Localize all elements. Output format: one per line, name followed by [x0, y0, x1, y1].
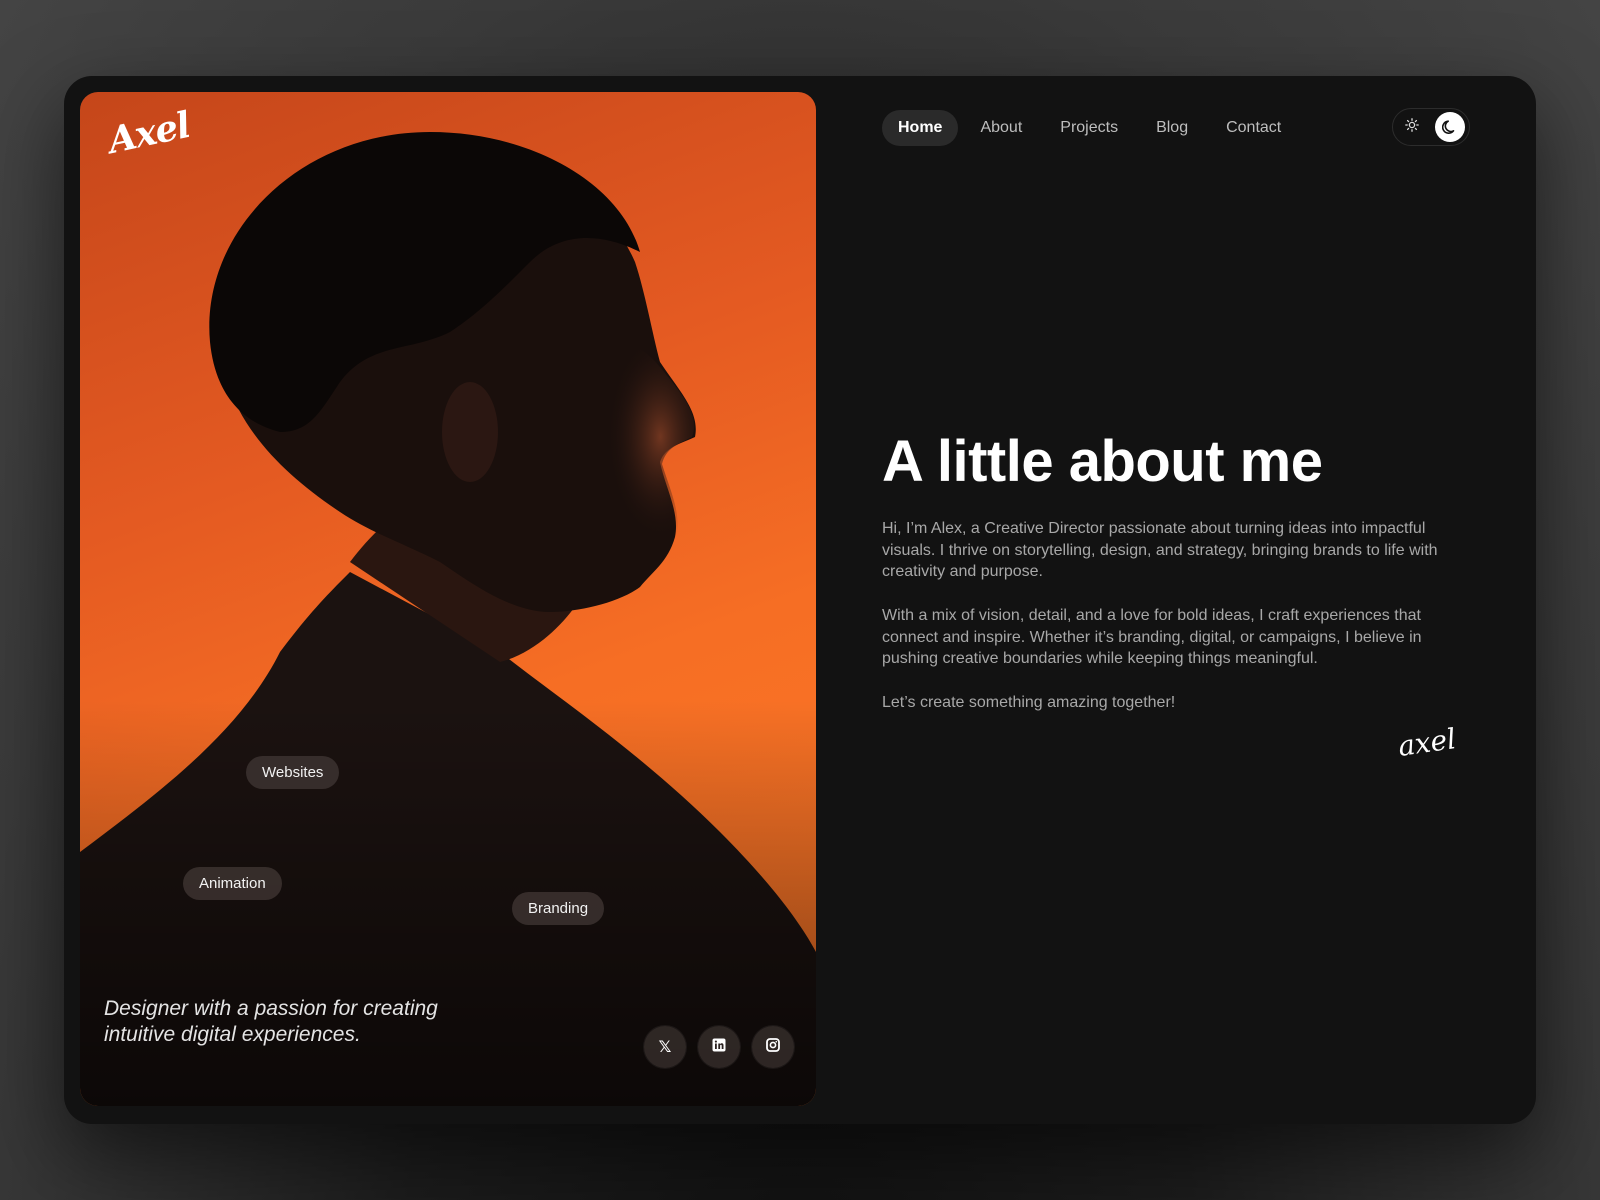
moon-icon[interactable]: [1435, 112, 1465, 142]
instagram-social-button[interactable]: [752, 1026, 794, 1068]
nav-item-about[interactable]: About: [964, 110, 1038, 146]
nav-item-home[interactable]: Home: [882, 110, 959, 146]
tag-animation[interactable]: Animation: [183, 867, 282, 900]
about-paragraph-3: Let’s create something amazing together!: [882, 694, 1176, 711]
about-title: A little about me: [882, 429, 1323, 494]
main-nav: Home About Projects Blog Contact: [882, 110, 1297, 146]
about-paragraph-2: With a mix of vision, detail, and a love…: [882, 607, 1422, 667]
about-paragraph-1: Hi, I’m Alex, a Creative Director passio…: [882, 520, 1438, 580]
signature: axel: [1395, 722, 1459, 763]
social-links: 𝕏: [644, 1026, 794, 1068]
x-social-button[interactable]: 𝕏: [644, 1026, 686, 1068]
nav-item-projects[interactable]: Projects: [1044, 110, 1134, 146]
theme-toggle[interactable]: [1392, 108, 1470, 146]
instagram-icon: [766, 1037, 780, 1057]
linkedin-social-button[interactable]: [698, 1026, 740, 1068]
hero-tagline: Designer with a passion for creating int…: [104, 997, 438, 1046]
tag-websites[interactable]: Websites: [246, 756, 340, 789]
nav-item-contact[interactable]: Contact: [1210, 110, 1297, 146]
site-frame: Axel Websites Animation Branding Designe…: [64, 76, 1536, 1124]
linkedin-icon: [712, 1038, 726, 1057]
portrait-image: [80, 92, 816, 1106]
x-icon: 𝕏: [658, 1039, 672, 1056]
sun-icon[interactable]: [1403, 118, 1421, 136]
nav-item-blog[interactable]: Blog: [1140, 110, 1204, 146]
tag-branding[interactable]: Branding: [512, 892, 605, 925]
hero-photo-card: Axel Websites Animation Branding Designe…: [80, 92, 816, 1106]
